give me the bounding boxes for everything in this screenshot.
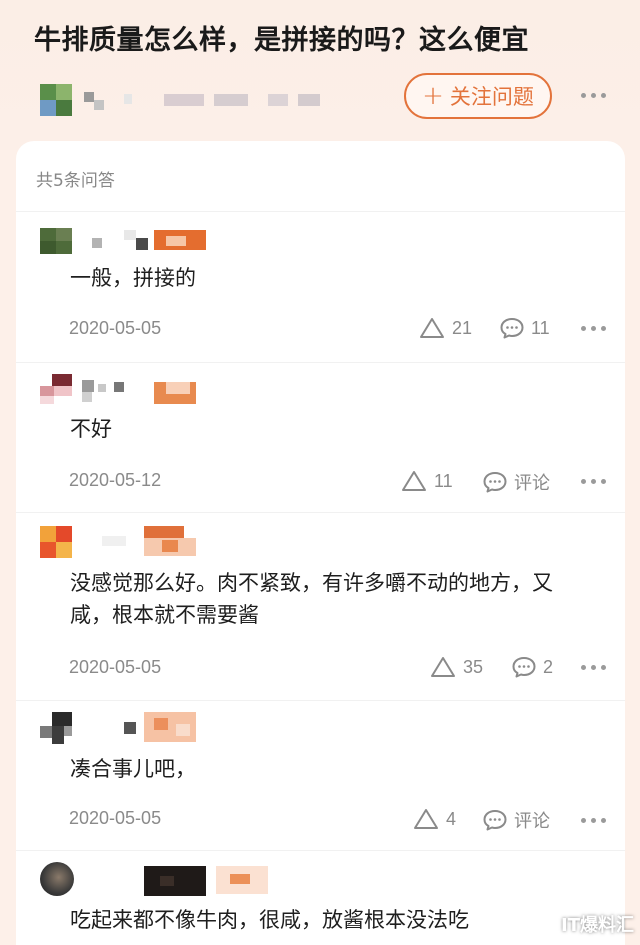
like-button[interactable]: 11: [400, 469, 453, 493]
divider: [16, 700, 625, 701]
answers-count: 共5条问答: [36, 171, 115, 191]
comment-button[interactable]: 评论: [482, 807, 550, 833]
answer-user: [40, 526, 340, 558]
watermark: IT爆料汇: [561, 915, 634, 936]
avatar[interactable]: [40, 228, 72, 254]
comment-count: 2: [543, 656, 554, 677]
answer-date: 2020-05-05: [69, 318, 162, 338]
comment-icon: [483, 472, 507, 493]
follow-question-button[interactable]: + 关注问题: [404, 73, 552, 119]
answer-text: 吃起来都不像牛肉，很咸，放酱根本没法吃: [70, 908, 469, 932]
like-count: 35: [463, 656, 484, 677]
comment-button[interactable]: 11: [499, 316, 550, 340]
comment-label: 评论: [514, 811, 550, 831]
like-button[interactable]: 35: [429, 655, 483, 679]
comment-icon: [483, 810, 507, 831]
asker-avatar[interactable]: [40, 84, 72, 116]
avatar[interactable]: [40, 374, 72, 404]
like-count: 21: [452, 317, 473, 338]
question-more-icon[interactable]: [581, 93, 606, 98]
like-count: 4: [446, 808, 457, 829]
answer-date: 2020-05-05: [69, 657, 162, 677]
answer-text: 不好: [70, 417, 112, 441]
answer-user: [40, 712, 340, 744]
question-title: 牛排质量怎么样，是拼接的吗？这么便宜: [34, 25, 529, 56]
triangle-like-icon: [431, 657, 455, 677]
comment-count: 11: [531, 317, 550, 338]
answer-more-icon[interactable]: [581, 665, 606, 670]
answer-user: [40, 862, 340, 896]
answer-text: 一般，拼接的: [70, 266, 196, 290]
avatar[interactable]: [40, 712, 72, 744]
comment-label: 评论: [514, 473, 550, 493]
answer-text: 没感觉那么好。肉不紧致，有许多嚼不动的地方，又咸，根本就不需要酱: [70, 571, 553, 627]
comment-button[interactable]: 2: [511, 655, 553, 679]
divider: [16, 211, 625, 212]
comment-button[interactable]: 评论: [482, 469, 550, 495]
answer-date: 2020-05-12: [69, 470, 162, 490]
triangle-like-icon: [414, 809, 438, 829]
answer-date: 2020-05-05: [69, 808, 162, 828]
answer-text: 凑合事儿吧，: [70, 757, 196, 781]
asker-info: [40, 84, 340, 116]
divider: [16, 512, 625, 513]
comment-icon: [500, 318, 524, 339]
comment-icon: [512, 657, 536, 678]
avatar[interactable]: [40, 862, 74, 896]
triangle-like-icon: [420, 318, 444, 338]
answer-more-icon[interactable]: [581, 326, 606, 331]
like-button[interactable]: 4: [412, 807, 456, 831]
divider: [16, 362, 625, 363]
answer-user: [40, 228, 340, 258]
divider: [16, 850, 625, 851]
answer-more-icon[interactable]: [581, 818, 606, 823]
like-count: 11: [434, 470, 453, 491]
avatar[interactable]: [40, 526, 72, 558]
answer-more-icon[interactable]: [581, 479, 606, 484]
triangle-like-icon: [402, 471, 426, 491]
plus-icon: +: [422, 81, 444, 111]
like-button[interactable]: 21: [418, 316, 472, 340]
follow-label: 关注问题: [449, 85, 534, 109]
answer-user: [40, 374, 340, 404]
